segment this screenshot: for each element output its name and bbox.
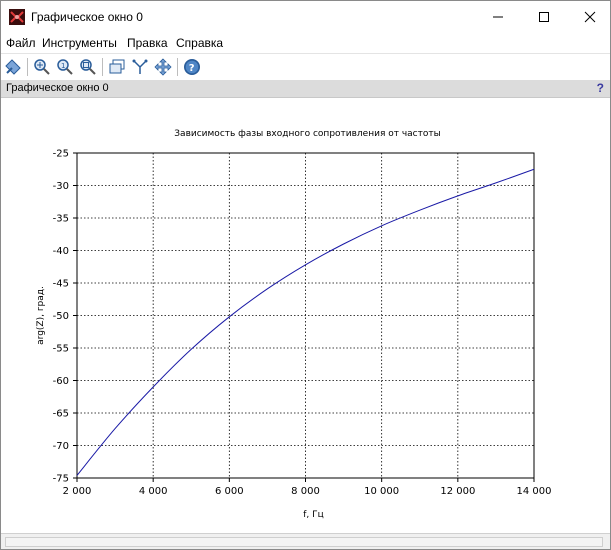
y-tick-label: -75 <box>53 474 69 485</box>
zoom-fit-icon <box>80 59 96 75</box>
help-icon: ? <box>184 59 200 75</box>
y-tick-label: -45 <box>53 279 69 290</box>
chart-title: Зависимость фазы входного сопротивления … <box>174 129 440 139</box>
svg-text:1: 1 <box>61 62 65 70</box>
maximize-button[interactable] <box>521 1 567 33</box>
minimize-icon <box>493 16 503 18</box>
zoom-fit-button[interactable] <box>78 57 98 77</box>
select-figure-button[interactable] <box>107 57 127 77</box>
y-tick-label: -50 <box>53 311 69 322</box>
pan-icon <box>154 58 172 76</box>
y-axis-label: arg(Z), град. <box>36 286 46 345</box>
toolbar-separator <box>177 58 178 76</box>
menu-tools[interactable]: Инструменты <box>42 36 117 50</box>
y-tick-label: -60 <box>53 376 69 387</box>
figure-label: Графическое окно 0 <box>6 82 109 94</box>
chart: 2 000 4 000 6 000 8 000 10 000 12 000 14 000 -7… <box>36 129 552 520</box>
title-bar: Графическое окно 0 <box>1 1 610 33</box>
zoom-in-icon <box>34 59 50 75</box>
close-icon <box>584 11 596 23</box>
pan-button[interactable] <box>153 57 173 77</box>
toolbar-separator <box>27 58 28 76</box>
y-tick-label: -55 <box>53 344 69 355</box>
select-figure-icon <box>109 59 125 74</box>
zoom-in-button[interactable] <box>32 57 52 77</box>
datatip-button[interactable] <box>130 57 150 77</box>
zoom-original-icon: 1 <box>57 59 73 75</box>
y-tick-label: -70 <box>53 441 69 452</box>
plot-canvas[interactable]: 2 000 4 000 6 000 8 000 10 000 12 000 14 000 -7… <box>1 99 610 533</box>
status-field <box>5 537 603 547</box>
menu-bar: Файл Инструменты Правка Справка <box>1 33 610 52</box>
rotate-icon <box>5 59 21 75</box>
figure-info-bar: Графическое окно 0 ? <box>1 80 610 98</box>
menu-file[interactable]: Файл <box>6 36 36 50</box>
menu-help[interactable]: Справка <box>176 36 223 50</box>
info-help-icon[interactable]: ? <box>597 81 604 95</box>
window-title: Графическое окно 0 <box>31 10 143 24</box>
maximize-icon <box>539 12 549 22</box>
x-axis-label: f, Гц <box>303 510 324 520</box>
datatip-icon <box>132 59 148 74</box>
y-tick-label: -65 <box>53 409 69 420</box>
toolbar-separator <box>102 58 103 76</box>
x-tick-label: 2 000 <box>63 486 92 497</box>
x-tick-label: 12 000 <box>440 486 475 497</box>
y-tick-label: -30 <box>53 181 69 192</box>
y-tick-label: -25 <box>53 149 69 160</box>
graphic-window: Графическое окно 0 Файл Инструменты Прав… <box>0 0 611 550</box>
rotate-button[interactable] <box>3 57 23 77</box>
y-tick-label: -35 <box>53 214 69 225</box>
x-tick-label: 14 000 <box>517 486 552 497</box>
close-button[interactable] <box>567 1 611 33</box>
zoom-original-button[interactable]: 1 <box>55 57 75 77</box>
x-tick-label: 10 000 <box>364 486 399 497</box>
y-tick-label: -40 <box>53 246 69 257</box>
toolbar: 1 ? <box>1 53 610 79</box>
minimize-button[interactable] <box>475 1 521 33</box>
x-tick-label: 8 000 <box>291 486 320 497</box>
status-bar <box>1 533 610 549</box>
menu-edit[interactable]: Правка <box>127 36 168 50</box>
scilab-app-icon <box>9 9 25 25</box>
svg-text:?: ? <box>189 63 195 74</box>
x-tick-label: 6 000 <box>215 486 244 497</box>
help-button[interactable]: ? <box>182 57 202 77</box>
x-tick-label: 4 000 <box>139 486 168 497</box>
